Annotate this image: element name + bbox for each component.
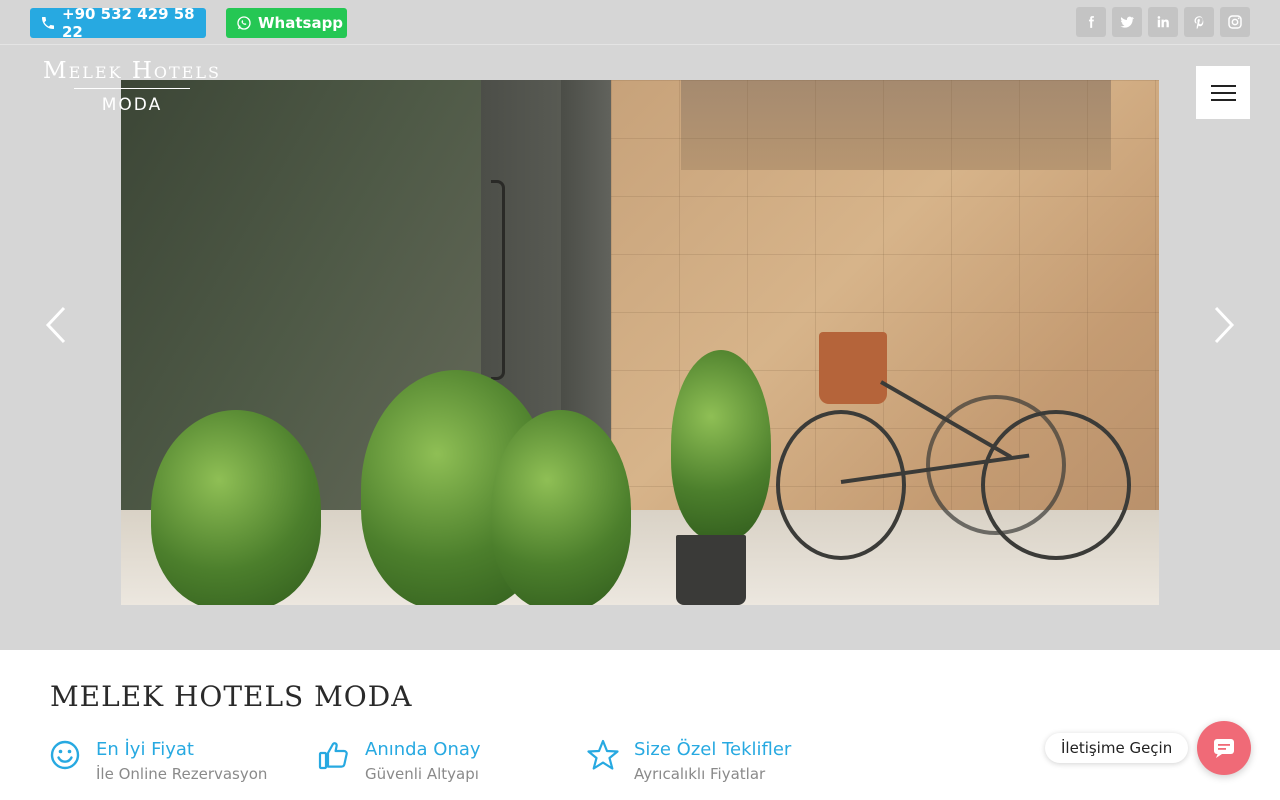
feature-subtitle: Ayrıcalıklı Fiyatlar bbox=[634, 765, 766, 783]
next-slide-arrow-icon[interactable] bbox=[1210, 300, 1240, 350]
whatsapp-button[interactable]: Whatsapp bbox=[226, 8, 347, 38]
page-title: MELEK HOTELS MODA bbox=[50, 680, 413, 713]
instagram-icon[interactable] bbox=[1220, 7, 1250, 37]
social-links bbox=[1076, 7, 1250, 37]
pinterest-icon[interactable] bbox=[1184, 7, 1214, 37]
feature-subtitle: İle Online Rezervasyon bbox=[96, 765, 268, 783]
logo-line2: MODA bbox=[101, 95, 163, 115]
logo-divider bbox=[74, 88, 190, 89]
logo-line1: Melek Hotels bbox=[43, 58, 221, 84]
contact-label[interactable]: İletişime Geçin bbox=[1045, 733, 1189, 763]
top-bar: +90 532 429 58 22 Whatsapp bbox=[0, 0, 1280, 45]
facebook-icon[interactable] bbox=[1076, 7, 1106, 37]
feature-best-price: En İyi Fiyat İle Online Rezervasyon bbox=[48, 738, 267, 786]
feature-instant-confirm: Anında Onay Güvenli Altyapı bbox=[317, 738, 481, 786]
smiley-icon bbox=[50, 740, 80, 770]
whatsapp-icon bbox=[237, 16, 251, 30]
feature-title: En İyi Fiyat bbox=[96, 739, 194, 760]
feature-subtitle: Güvenli Altyapı bbox=[365, 765, 479, 783]
feature-special-offers: Size Özel Teklifler Ayrıcalıklı Fiyatlar bbox=[586, 738, 791, 786]
linkedin-icon[interactable] bbox=[1148, 7, 1178, 37]
feature-title: Anında Onay bbox=[365, 739, 481, 760]
thumbs-up-icon bbox=[318, 742, 348, 770]
prev-slide-arrow-icon[interactable] bbox=[40, 300, 70, 350]
hamburger-icon bbox=[1210, 84, 1236, 87]
menu-button[interactable] bbox=[1196, 66, 1250, 119]
feature-title: Size Özel Teklifler bbox=[634, 739, 792, 760]
whatsapp-label: Whatsapp bbox=[258, 14, 344, 32]
contact-button[interactable] bbox=[1197, 721, 1251, 775]
phone-icon bbox=[42, 17, 54, 29]
logo[interactable]: Melek Hotels MODA bbox=[30, 58, 234, 124]
phone-label: +90 532 429 58 22 bbox=[62, 5, 195, 41]
phone-button[interactable]: +90 532 429 58 22 bbox=[30, 5, 206, 41]
slide-image bbox=[121, 80, 1159, 605]
chat-icon bbox=[1214, 739, 1234, 758]
star-icon bbox=[587, 739, 619, 770]
hero-slider: +90 532 429 58 22 Whatsapp Melek Hotels … bbox=[0, 0, 1280, 650]
twitter-icon[interactable] bbox=[1112, 7, 1142, 37]
